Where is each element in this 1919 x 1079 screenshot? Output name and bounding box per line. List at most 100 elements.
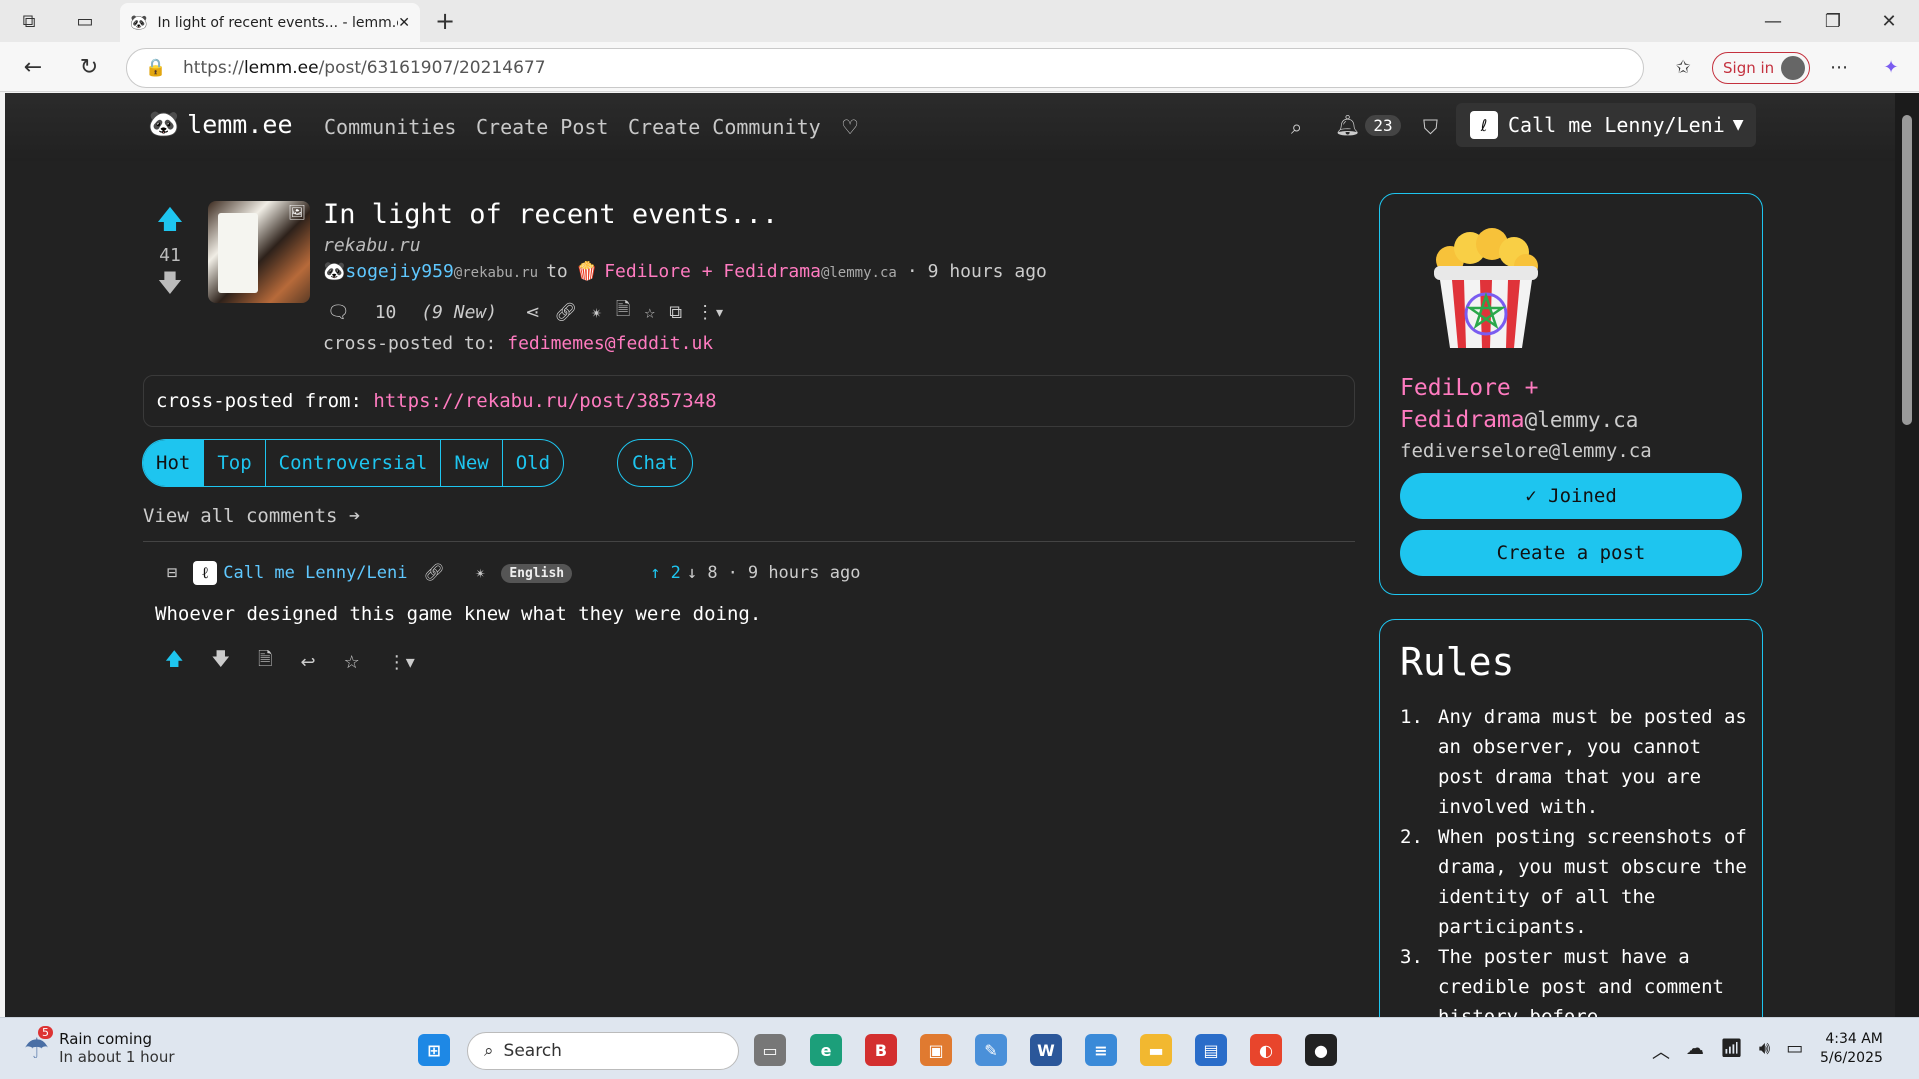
windows-start-icon[interactable]: ⊞ [418, 1034, 450, 1066]
file-explorer-icon[interactable]: ▬ [1140, 1034, 1172, 1066]
joined-button[interactable]: ✓ Joined [1400, 473, 1742, 519]
close-window-icon[interactable]: ✕ [1876, 8, 1902, 34]
battery-icon[interactable]: ▭ [1786, 1038, 1803, 1064]
comment-fediverse-icon[interactable]: ✴ [475, 563, 485, 583]
comment-more-icon[interactable]: ⋮▾ [388, 652, 415, 673]
paint-icon[interactable]: ✎ [975, 1034, 1007, 1066]
community-sidebar-card: FediLore + Fedidrama@lemmy.ca fediversel… [1379, 193, 1763, 595]
notifications-button[interactable]: 🔔︎ 23 [1335, 113, 1401, 137]
rules-card: Rules 1. Any drama must be posted as an o… [1379, 619, 1763, 1017]
sign-in-label: Sign in [1723, 59, 1775, 77]
sort-controversial[interactable]: Controversial [266, 440, 442, 486]
browser-tab-active[interactable]: 🐼 In light of recent events... - lemm.ee… [120, 3, 420, 42]
chevron-up-icon[interactable]: ︿ [1652, 1038, 1670, 1064]
save-star-icon[interactable]: ☆ [644, 302, 655, 323]
reload-icon[interactable]: ↻ [76, 54, 102, 80]
close-tab-icon[interactable]: ✕ [398, 15, 410, 31]
post-thumbnail[interactable]: 🖼︎ [208, 201, 310, 303]
sort-old[interactable]: Old [503, 440, 563, 486]
donate-heart-icon[interactable]: ♡ [841, 115, 859, 139]
tab-actions-icon[interactable]: ▭ [72, 8, 98, 34]
word-icon[interactable]: W [1030, 1034, 1062, 1066]
page-scrollbar[interactable] [1895, 93, 1919, 1017]
workspaces-icon[interactable]: ⧉ [16, 8, 42, 34]
taskbar-clock[interactable]: 4:34 AM 5/6/2025 [1820, 1030, 1883, 1068]
chevron-down-icon: ▼ [1732, 117, 1744, 133]
crossposted-to-link[interactable]: fedimemes@feddit.uk [507, 333, 713, 354]
brand-link[interactable]: 🐼 lemm.ee [148, 109, 293, 139]
comment-link-icon[interactable]: 🔗︎ [423, 563, 445, 583]
post-author[interactable]: sogejiy959 [345, 261, 453, 282]
comment-source-icon[interactable]: 🗎 [258, 647, 272, 677]
record-app-icon[interactable]: ● [1305, 1034, 1337, 1066]
downvote-arrow-icon[interactable]: 🡇 [155, 266, 185, 307]
nav-communities[interactable]: Communities [324, 115, 456, 139]
fediverse-icon[interactable]: ✴ [591, 302, 602, 323]
image-icon: 🖼︎ [288, 205, 306, 221]
comment-downvote-icon[interactable]: 🡇 [212, 647, 231, 677]
post-title[interactable]: In light of recent events... [323, 199, 778, 230]
search-icon[interactable]: ⌕ [1291, 115, 1302, 139]
taskbar-search-box[interactable]: ⌕ Search [467, 1032, 739, 1070]
onedrive-cloud-icon[interactable]: ☁ [1686, 1038, 1704, 1064]
url-input[interactable]: 🔒 https://lemm.ee/post/63161907/20214677 [126, 48, 1644, 88]
more-options-icon[interactable]: ⋯ [1826, 54, 1852, 80]
post-vote-box: 🡅 41 🡇 [155, 201, 185, 307]
lemmy-favicon-icon: 🐼 [130, 14, 148, 31]
view-source-icon[interactable]: 🗎 [616, 297, 630, 327]
minimize-icon[interactable]: — [1760, 8, 1786, 34]
community-title[interactable]: FediLore + Fedidrama@lemmy.ca [1400, 372, 1700, 436]
new-tab-icon[interactable]: + [432, 7, 458, 35]
crossposted-from-link[interactable]: https://rekabu.ru/post/3857348 [373, 390, 716, 412]
upvote-arrow-icon[interactable]: 🡅 [155, 201, 185, 245]
sign-in-button[interactable]: Sign in [1712, 52, 1810, 84]
restore-icon[interactable]: ❐ [1820, 8, 1846, 34]
comment-author-avatar: ℓ [193, 561, 218, 585]
weather-widget[interactable]: ☂ 5 Rain coming In about 1 hour [24, 1025, 175, 1066]
document-app-icon[interactable]: ▤ [1195, 1034, 1227, 1066]
crosspost-icon[interactable]: ⧉ [669, 302, 682, 323]
create-post-button[interactable]: Create a post [1400, 530, 1742, 576]
sort-hot[interactable]: Hot [143, 440, 205, 486]
comments-link[interactable]: 🗨︎ 10 (9 New) [327, 302, 497, 323]
task-view-icon[interactable]: ▭ [754, 1034, 786, 1066]
sort-top[interactable]: Top [204, 440, 266, 486]
rule-text: When posting screenshots of drama, you m… [1438, 826, 1747, 938]
b-app-icon[interactable]: B [865, 1034, 897, 1066]
notepad-icon[interactable]: ≡ [1085, 1034, 1117, 1066]
weather-title: Rain coming [59, 1030, 153, 1048]
tab-title: In light of recent events... - lemm.ee [157, 14, 399, 31]
link-icon[interactable]: 🔗︎ [554, 302, 577, 323]
nav-create-community[interactable]: Create Community [628, 115, 821, 139]
view-all-comments-link[interactable]: View all comments ➔ [143, 505, 360, 527]
comment-save-star-icon[interactable]: ☆ [344, 652, 360, 673]
comment-upvote-icon[interactable]: 🡅 [165, 647, 184, 677]
windows-taskbar: ☂ 5 Rain coming In about 1 hour ⊞ ⌕ Searc… [0, 1017, 1919, 1079]
sort-new[interactable]: New [441, 440, 503, 486]
comment-count: 10 [374, 301, 397, 323]
comment-author[interactable]: Call me Lenny/Leni [223, 563, 407, 583]
more-actions-icon[interactable]: ⋮▾ [696, 302, 725, 323]
scrollbar-thumb[interactable] [1902, 115, 1912, 425]
user-menu-dropdown[interactable]: ℓ Call me Lenny/Leni ▼ [1456, 103, 1756, 147]
back-icon[interactable]: ← [20, 54, 46, 80]
copilot-icon[interactable]: ✦ [1878, 54, 1904, 80]
powerpoint-icon[interactable]: ▣ [920, 1034, 952, 1066]
post-domain[interactable]: rekabu.ru [323, 235, 421, 256]
colorful-app-icon[interactable]: ◐ [1250, 1034, 1282, 1066]
comment-body: Whoever designed this game knew what the… [155, 603, 762, 625]
chat-view-button[interactable]: Chat [617, 439, 693, 487]
post-community-instance: @lemmy.ca [820, 265, 897, 281]
post-community[interactable]: FediLore + Fedidrama [604, 261, 821, 282]
reply-icon[interactable]: ↩ [301, 652, 316, 673]
edge-browser-icon[interactable]: e [810, 1034, 842, 1066]
collapse-icon[interactable]: ⊟ [167, 563, 177, 583]
nav-create-post[interactable]: Create Post [476, 115, 608, 139]
wifi-icon[interactable]: 📶︎ [1720, 1038, 1743, 1064]
clock-time: 4:34 AM [1825, 1031, 1883, 1047]
share-icon[interactable]: ⋖ [525, 302, 540, 323]
volume-icon[interactable]: 🔊︎ [1759, 1038, 1770, 1064]
favorites-icon[interactable]: ✩ [1670, 54, 1696, 80]
url-host: lemm.ee [243, 58, 319, 78]
moderation-shield-icon[interactable]: ⛉ [1423, 115, 1438, 139]
